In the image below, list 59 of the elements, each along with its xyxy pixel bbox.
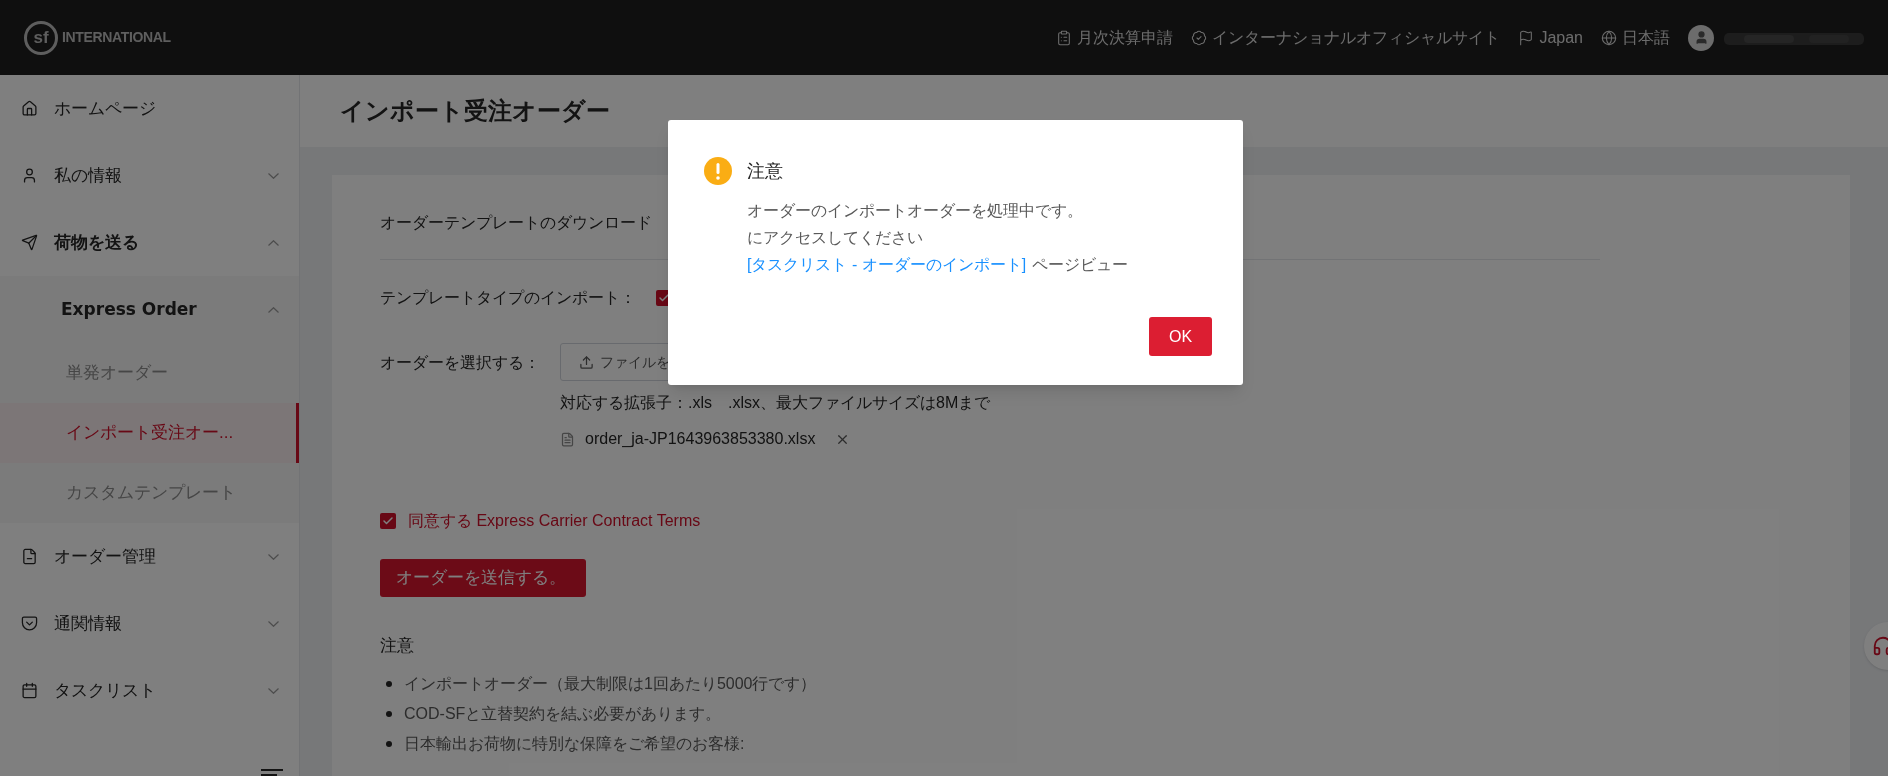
check-icon (382, 515, 394, 527)
clipboard-icon (1056, 29, 1073, 46)
avatar[interactable] (1688, 24, 1714, 51)
person-icon (21, 167, 38, 184)
bullet-icon (386, 710, 392, 717)
agree-terms-label[interactable]: 同意する Express Carrier Contract Terms (408, 509, 701, 533)
chevron-up-icon (268, 306, 279, 313)
logo-text: INTERNATIONAL (62, 28, 171, 47)
badge-icon (1191, 29, 1208, 46)
file-name: order_ja-JP1643963853380.xlsx (585, 429, 816, 449)
pocket-icon (21, 615, 38, 632)
bullet-icon (386, 740, 392, 747)
sidebar-item[interactable]: 私の情報 (0, 142, 299, 209)
header-link[interactable]: 月次決算申請 (1056, 25, 1174, 50)
note-item: 日本輸出お荷物に特別な保障をご希望のお客様: (404, 733, 745, 754)
task-list-link[interactable]: [タスクリスト - オーダーのインポート] (747, 251, 1027, 278)
calendar-icon (21, 682, 38, 699)
header-link[interactable]: インターナショナルオフィシャルサイト (1191, 25, 1501, 50)
flag-icon (1518, 29, 1535, 46)
notes-title: 注意 (380, 635, 415, 657)
submit-order-button[interactable]: オーダーを送信する。 (380, 559, 586, 597)
checkbox[interactable] (380, 513, 396, 529)
page-view-text: ページビュー (1032, 255, 1129, 275)
chevron-down-icon (268, 687, 279, 694)
chevron-up-icon (268, 239, 279, 246)
header-link[interactable]: Japan (1518, 25, 1583, 50)
select-order-label: オーダーを選択する： (380, 353, 541, 373)
file-format-hint: 対応する拡張子：.xls .xlsx、最大ファイルサイズは8Mまで (560, 393, 991, 413)
sidebar-item[interactable]: ホームページ (0, 75, 299, 142)
note-item: COD-SFと立替契約を結ぶ必要があります。 (404, 703, 722, 724)
note-item: インポートオーダー（最大制限は1回あたり5000行です） (404, 673, 817, 694)
submenu-group[interactable]: Express Order (0, 276, 299, 343)
document-icon (21, 548, 38, 565)
chevron-down-icon (268, 620, 279, 627)
headset-icon (1872, 635, 1888, 657)
sidebar-item[interactable]: オーダー管理 (0, 523, 299, 590)
file-icon (560, 431, 575, 447)
dialog-title: 注意 (747, 159, 783, 183)
template-type-label: テンプレートタイプのインポート： (380, 288, 636, 308)
sidebar-item[interactable]: タスクリスト (0, 657, 299, 724)
ok-button[interactable]: OK (1149, 317, 1212, 356)
submenu-item[interactable]: インポート受注オー... (0, 403, 299, 463)
upload-icon (579, 354, 594, 370)
bullet-icon (386, 680, 392, 687)
page-title: インポート受注オーダー (340, 96, 610, 126)
logo-mark[interactable]: sf (24, 20, 58, 55)
globe-icon (1601, 29, 1617, 46)
warning-icon (704, 157, 732, 185)
access-text: にアクセスしてください (747, 228, 923, 248)
dialog-message: オーダーのインポートオーダーを処理中です。 (747, 201, 1084, 221)
chevron-down-icon (268, 553, 279, 560)
sidebar-item[interactable]: 荷物を送る (0, 209, 299, 276)
collapse-menu-icon[interactable] (259, 768, 285, 776)
sidebar-item[interactable]: 通関情報 (0, 590, 299, 657)
template-download-label: オーダーテンプレートのダウンロード (380, 214, 652, 231)
paper-plane-icon (21, 234, 38, 251)
header-link[interactable]: 日本語 (1601, 25, 1670, 50)
home-icon (21, 100, 38, 117)
chevron-down-icon (268, 172, 279, 179)
